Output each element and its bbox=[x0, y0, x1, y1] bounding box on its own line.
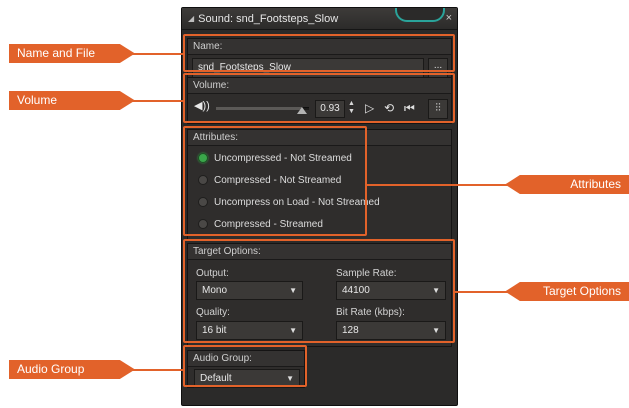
volume-highlight bbox=[183, 73, 455, 123]
name-highlight bbox=[183, 34, 455, 72]
collapse-icon[interactable]: ◢ bbox=[188, 14, 194, 23]
callout-audio-group: Audio Group bbox=[9, 360, 135, 379]
window-notch bbox=[395, 8, 445, 22]
callout-attributes: Attributes bbox=[505, 175, 629, 194]
attributes-leader-line bbox=[367, 184, 515, 186]
close-icon[interactable]: × bbox=[446, 12, 452, 24]
window-titlebar[interactable]: ◢ Sound: snd_Footsteps_Slow × bbox=[182, 8, 457, 30]
callout-volume: Volume bbox=[9, 91, 135, 110]
audio-group-highlight bbox=[183, 345, 307, 387]
callout-name-and-file: Name and File bbox=[9, 44, 135, 63]
callout-target-options: Target Options bbox=[505, 282, 629, 301]
target-options-highlight bbox=[183, 239, 455, 343]
window-title: Sound: snd_Footsteps_Slow bbox=[198, 12, 339, 25]
attributes-highlight bbox=[183, 126, 367, 236]
